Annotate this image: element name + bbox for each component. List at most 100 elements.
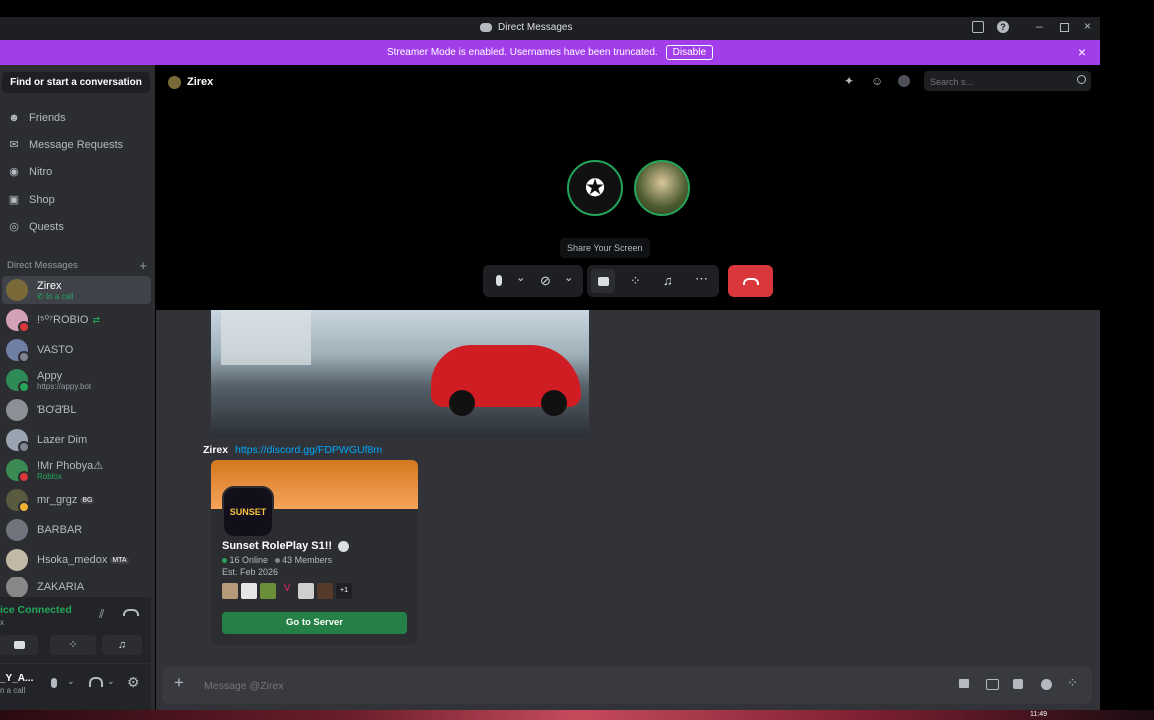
- add-friends-icon[interactable]: ☺: [871, 74, 883, 88]
- dm-item[interactable]: Lazer Dim: [2, 426, 151, 454]
- desktop-wallpaper-strip: 11:49: [0, 710, 1154, 720]
- search-input[interactable]: [928, 73, 1072, 90]
- dm-item[interactable]: !Mr Phobya⚠ Roblox: [2, 456, 151, 484]
- server-established: Est. Feb 2026: [222, 567, 279, 577]
- add-attachment-icon[interactable]: +: [174, 673, 184, 693]
- server-stats: 16 Online 43 Members: [222, 555, 332, 565]
- nav-shop[interactable]: ▣ Shop: [8, 190, 55, 210]
- chevron-down-icon[interactable]: ⌄: [516, 271, 525, 284]
- nitro-icon: ◉: [9, 166, 19, 178]
- nav-nitro[interactable]: ◉ Nitro: [8, 162, 52, 182]
- emoji-icon: [317, 583, 333, 599]
- dm-sub: ✆ In a call: [37, 292, 74, 301]
- emoji-icon[interactable]: [1041, 679, 1052, 690]
- find-conversation-button[interactable]: Find or start a conversation: [2, 72, 150, 93]
- disconnect-icon[interactable]: [123, 609, 139, 616]
- building-shape: [221, 310, 311, 365]
- dm-item[interactable]: ƁƠƋƁL: [2, 396, 151, 424]
- inbox-icon[interactable]: [972, 21, 984, 33]
- minimize-icon[interactable]: –: [1036, 19, 1043, 33]
- invite-link[interactable]: https://discord.gg/FDPWGUf8m: [235, 444, 382, 456]
- participant-avatar[interactable]: ✪: [567, 160, 623, 216]
- banner-text: Streamer Mode is enabled. Usernames have…: [386, 47, 658, 58]
- sticker-icon[interactable]: [1013, 679, 1023, 689]
- more-icon[interactable]: ⋯: [695, 271, 708, 287]
- search-box[interactable]: [924, 71, 1091, 91]
- user-profile-icon[interactable]: [898, 75, 910, 87]
- gift-icon[interactable]: [959, 679, 969, 688]
- online-dot: [222, 558, 227, 563]
- avatar: [6, 549, 28, 571]
- avatar: [6, 519, 28, 541]
- apps-icon[interactable]: ⁘: [1067, 675, 1078, 691]
- server-invite-card: SUNSET Sunset RolePlay S1!! 16 Online 43…: [211, 460, 418, 645]
- disable-button[interactable]: Disable: [665, 45, 714, 60]
- close-banner-icon[interactable]: ×: [1078, 44, 1086, 60]
- title-bar: Direct Messages ? – ×: [0, 17, 1100, 40]
- leave-call-button[interactable]: [728, 265, 773, 297]
- nav-message-requests[interactable]: ✉ Message Requests: [8, 135, 123, 155]
- microphone-icon[interactable]: [51, 678, 57, 688]
- headset-icon[interactable]: [89, 677, 103, 687]
- chevron-down-icon[interactable]: ⌄: [67, 676, 75, 687]
- soundboard-icon[interactable]: ♫: [663, 273, 673, 288]
- microphone-icon[interactable]: [496, 275, 502, 286]
- message-input[interactable]: [202, 676, 906, 696]
- avatar: [6, 399, 28, 421]
- dm-item[interactable]: Hsoka_medox MTA: [2, 546, 151, 574]
- tooltip: Share Your Screen: [560, 238, 650, 258]
- dm-item-zirex[interactable]: Zirex ✆ In a call: [2, 276, 151, 304]
- phone-icon: ✆: [37, 291, 46, 301]
- emoji-icon: [222, 583, 238, 599]
- dm-name: Appy: [37, 369, 63, 382]
- dm-item[interactable]: mr_grgz BG: [2, 486, 151, 514]
- avatar: [168, 76, 181, 89]
- close-window-icon[interactable]: ×: [1084, 19, 1091, 33]
- dm-tag: BG: [80, 496, 95, 504]
- voice-status: ice Connected: [0, 604, 72, 616]
- pin-icon[interactable]: ✦: [844, 74, 854, 88]
- participant-avatar[interactable]: [634, 160, 690, 216]
- noise-suppression-icon[interactable]: ⫽: [99, 607, 104, 622]
- hang-up-icon: [742, 277, 759, 285]
- help-icon[interactable]: ?: [997, 21, 1009, 33]
- nav-label: Quests: [29, 221, 64, 233]
- maximize-icon[interactable]: [1060, 23, 1069, 32]
- emoji-icon: [241, 583, 257, 599]
- go-to-server-button[interactable]: Go to Server: [222, 612, 407, 634]
- dm-sub-text: In a call: [45, 291, 74, 301]
- dm-item[interactable]: BARBAR: [2, 516, 151, 544]
- dm-item[interactable]: VASTO: [2, 336, 151, 364]
- server-name: Sunset RolePlay S1!!: [222, 540, 350, 552]
- nav-label: Message Requests: [29, 139, 124, 151]
- dm-item[interactable]: ZAKARIA: [2, 577, 151, 597]
- call-action-controls: ⁘ ♫ ⋯: [587, 265, 719, 297]
- settings-gear-icon[interactable]: ⚙: [127, 674, 140, 691]
- dm-name: !⁵⁰⁷ROBIO: [37, 314, 89, 326]
- nav-friends[interactable]: ☻ Friends: [8, 108, 66, 128]
- dm-item[interactable]: !⁵⁰⁷ROBIO ⇄: [2, 306, 151, 334]
- screen-share-icon[interactable]: [0, 635, 38, 655]
- activities-icon[interactable]: ⁘: [50, 635, 96, 655]
- message: Zirex https://discord.gg/FDPWGUf8m: [203, 444, 382, 456]
- nav-label: Friends: [29, 112, 66, 124]
- camera-off-icon[interactable]: ⊘: [540, 273, 551, 289]
- avatar: [6, 309, 30, 333]
- nav-quests[interactable]: ◎ Quests: [8, 217, 64, 237]
- soundboard-icon[interactable]: ♫: [102, 635, 142, 655]
- more-emojis-badge: +1: [336, 583, 352, 599]
- taskbar-clock: 11:49: [1030, 711, 1047, 718]
- gif-icon[interactable]: [986, 679, 999, 690]
- chevron-down-icon[interactable]: ⌄: [564, 271, 573, 284]
- screen-share-icon[interactable]: [591, 269, 615, 293]
- emoji-icon: [298, 583, 314, 599]
- search-icon: [1077, 75, 1086, 84]
- message-author[interactable]: Zirex: [203, 444, 228, 456]
- chevron-down-icon[interactable]: ⌄: [107, 676, 115, 687]
- dm-tag: MTA: [110, 556, 129, 564]
- image-attachment[interactable]: [211, 310, 589, 437]
- activities-icon[interactable]: ⁘: [630, 273, 641, 289]
- create-dm-icon[interactable]: +: [139, 258, 147, 273]
- dm-item[interactable]: Appy https://appy.bot: [2, 366, 151, 394]
- streamer-mode-banner: Streamer Mode is enabled. Usernames have…: [0, 40, 1100, 65]
